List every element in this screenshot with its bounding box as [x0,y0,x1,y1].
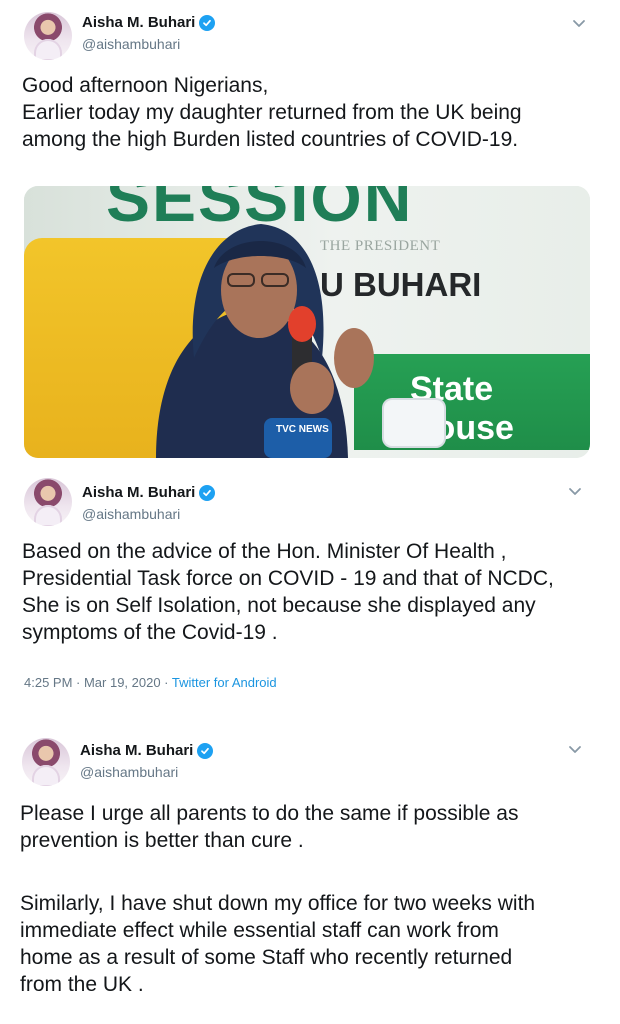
avatar[interactable] [24,12,72,60]
chevron-down-icon[interactable] [570,14,588,32]
tweet-line: home as a result of some Staff who recen… [20,946,513,969]
tweet-line: Please I urge all parents to do the same… [20,802,519,825]
verified-badge-icon [199,484,216,501]
tweet-line: immediate effect while essential staff c… [20,919,499,942]
author-name-text[interactable]: Aisha M. Buhari [80,742,193,759]
avatar[interactable] [24,478,72,526]
tweet-line: Earlier today my daughter returned from … [22,101,522,124]
tweet-line: She is on Self Isolation, not because sh… [22,594,536,617]
verified-badge-icon [199,14,216,31]
mic-label: TVC NEWS [276,424,329,435]
author-handle[interactable]: @aishambuhari [82,506,180,522]
tweet-text-paragraph-2: Similarly, I have shut down my office fo… [20,890,535,998]
tweet-text: Based on the advice of the Hon. Minister… [22,538,554,646]
tweet-3[interactable]: Aisha M. Buhari @aishambuhari Please I u… [0,730,620,1024]
author-name-text[interactable]: Aisha M. Buhari [82,484,195,501]
timestamp[interactable]: 4:25 PM · Mar 19, 2020 · [24,675,172,690]
tweet-photo[interactable]: SESSION THE PRESIDENT U BUHARI State Hou… [24,186,590,458]
tweet-line: Based on the advice of the Hon. Minister… [22,540,507,563]
author-handle[interactable]: @aishambuhari [80,764,178,780]
tweet-line: Presidential Task force on COVID - 19 an… [22,567,554,590]
tweet-line: Good afternoon Nigerians, [22,74,269,97]
tweet-line: among the high Burden listed countries o… [22,128,519,151]
tweet-line: prevention is better than cure . [20,829,304,852]
tweet-meta: 4:25 PM · Mar 19, 2020 · Twitter for And… [24,675,277,690]
tweet-line: Similarly, I have shut down my office fo… [20,892,536,915]
source-link[interactable]: Twitter for Android [172,675,277,690]
chevron-down-icon[interactable] [566,740,584,758]
speaker-figure [156,224,374,458]
chevron-down-icon[interactable] [566,482,584,500]
tweet-line: from the UK . [20,973,144,996]
tweet-2[interactable]: Aisha M. Buhari @aishambuhari Based on t… [0,470,620,710]
tvc-microphone: TVC NEWS [264,418,332,458]
microphone [384,400,444,446]
tweet-1[interactable]: Aisha M. Buhari @aishambuhari Good after… [0,0,620,470]
avatar[interactable] [22,738,70,786]
tweet-text: Good afternoon Nigerians, Earlier today … [22,72,522,153]
author-name-text[interactable]: Aisha M. Buhari [82,14,195,31]
author-name[interactable]: Aisha M. Buhari [80,742,214,759]
tweet-text: Please I urge all parents to do the same… [20,800,518,854]
tweet-line: symptoms of the Covid-19 . [22,621,278,644]
verified-badge-icon [197,742,214,759]
author-name[interactable]: Aisha M. Buhari [82,14,216,31]
author-handle[interactable]: @aishambuhari [82,36,180,52]
author-name[interactable]: Aisha M. Buhari [82,484,216,501]
